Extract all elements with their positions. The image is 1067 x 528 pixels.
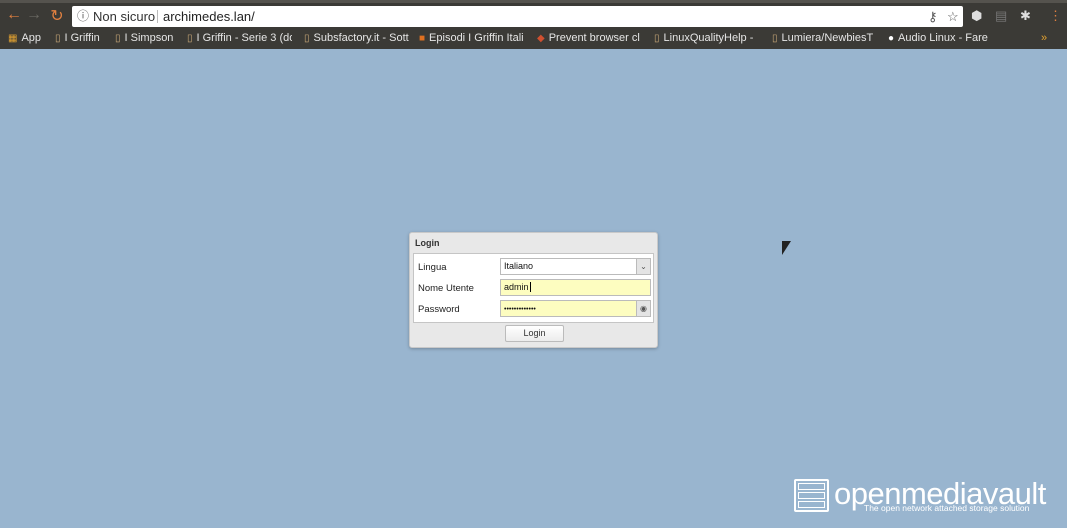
- password-value: •••••••••••••: [504, 306, 536, 313]
- forward-icon[interactable]: →: [24, 6, 44, 24]
- mouse-pointer-icon: [782, 241, 791, 255]
- password-row: Password ••••••••••••• ◉: [418, 300, 654, 317]
- bookmark-label: Audio Linux - Fare: [898, 32, 988, 44]
- language-row: Lingua Italiano ⌄: [418, 258, 654, 275]
- openmediavault-logo: openmediavault The open network attached…: [794, 478, 1046, 513]
- chevron-down-icon[interactable]: ⌄: [636, 259, 650, 274]
- language-value: Italiano: [504, 261, 534, 271]
- page-icon: ▯: [187, 32, 193, 44]
- reload-icon[interactable]: ↻: [47, 6, 67, 26]
- username-label: Nome Utente: [418, 283, 474, 294]
- dialog-title: Login: [415, 238, 440, 248]
- bookmark-item[interactable]: ▯ I Griffin - Serie 3 (do: [187, 32, 292, 44]
- info-icon[interactable]: ⓘ: [77, 6, 89, 27]
- tab-strip: [0, 0, 1067, 3]
- bookmark-item[interactable]: ▯ LinuxQualityHelp -: [654, 32, 759, 44]
- back-icon[interactable]: ←: [4, 6, 24, 24]
- bookmark-label: I Griffin: [64, 32, 100, 44]
- bookmark-item[interactable]: ■ Episodi I Griffin Itali: [419, 32, 526, 44]
- bookmark-item[interactable]: ▯ I Griffin: [55, 32, 107, 44]
- key-icon[interactable]: ⚷: [928, 6, 938, 27]
- page-icon: ▯: [772, 32, 778, 44]
- bookmark-item[interactable]: ▯ I Simpson: [115, 32, 177, 44]
- page-icon: ▯: [654, 32, 660, 44]
- bookmark-app[interactable]: ▦ App: [8, 32, 41, 44]
- bookmark-label: LinuxQualityHelp -: [663, 32, 754, 44]
- language-label: Lingua: [418, 262, 447, 273]
- security-label: Non sicuro: [93, 9, 156, 24]
- page-icon: ▯: [55, 32, 61, 44]
- bookmark-label: Prevent browser cl: [548, 32, 640, 44]
- menu-icon[interactable]: ⋮: [1049, 8, 1062, 24]
- language-select[interactable]: Italiano ⌄: [500, 258, 651, 275]
- divider: [157, 10, 158, 23]
- username-value: admin: [504, 282, 529, 292]
- extension-cube-icon[interactable]: ⬢: [971, 8, 982, 24]
- extension-grid-icon[interactable]: ▤: [995, 8, 1007, 24]
- bookmark-item[interactable]: ▯ Subsfactory.it - Sott: [304, 32, 409, 44]
- apps-grid-icon: ▦: [8, 32, 18, 44]
- page-icon: ▯: [304, 32, 310, 44]
- bookmark-label: I Griffin - Serie 3 (do: [196, 32, 292, 44]
- bookmark-item[interactable]: ▯ Lumiera/NewbiesT: [772, 32, 877, 44]
- login-dialog: Login Lingua Italiano ⌄ Nome Utente admin…: [409, 232, 658, 348]
- star-icon[interactable]: ☆: [947, 6, 959, 27]
- address-bar[interactable]: ⓘ Non sicuro archimedes.lan/ ⚷ ☆: [72, 6, 963, 27]
- bookmarks-bar: ▦ App ▯ I Griffin ▯ I Simpson ▯ I Griffin - …: [0, 28, 1067, 49]
- url-text[interactable]: archimedes.lan/: [163, 6, 255, 27]
- site-icon: ■: [419, 32, 426, 44]
- bookmark-label: Episodi I Griffin Itali: [429, 32, 524, 44]
- password-input[interactable]: ••••••••••••• ◉: [500, 300, 651, 317]
- bookmark-item[interactable]: ● Audio Linux - Fare: [888, 32, 993, 44]
- login-button[interactable]: Login: [505, 325, 564, 342]
- bookmark-label: I Simpson: [124, 32, 174, 44]
- server-icon: [794, 479, 829, 512]
- site-icon: ◆: [537, 32, 545, 44]
- bookmark-label: App: [21, 32, 42, 44]
- username-row: Nome Utente admin: [418, 279, 654, 296]
- bookmarks-overflow-button[interactable]: »: [1041, 32, 1047, 44]
- username-input[interactable]: admin: [500, 279, 651, 296]
- page-icon: ▯: [115, 32, 121, 44]
- password-label: Password: [418, 304, 460, 315]
- brand-tagline: The open network attached storage soluti…: [864, 503, 1030, 513]
- login-form: Lingua Italiano ⌄ Nome Utente admin Passw…: [413, 253, 654, 323]
- bookmark-label: Subsfactory.it - Sott: [313, 32, 409, 44]
- text-cursor: [529, 282, 531, 292]
- eye-icon[interactable]: ◉: [636, 301, 650, 316]
- site-icon: ●: [888, 32, 895, 44]
- bookmark-item[interactable]: ◆ Prevent browser cl: [537, 32, 643, 44]
- extension-star-icon[interactable]: ✱: [1020, 8, 1031, 24]
- browser-toolbar: ← → ↻ ⓘ Non sicuro archimedes.lan/ ⚷ ☆ ⬢…: [0, 4, 1067, 28]
- bookmark-label: Lumiera/NewbiesT: [781, 32, 874, 44]
- browser-chrome: ← → ↻ ⓘ Non sicuro archimedes.lan/ ⚷ ☆ ⬢…: [0, 0, 1067, 49]
